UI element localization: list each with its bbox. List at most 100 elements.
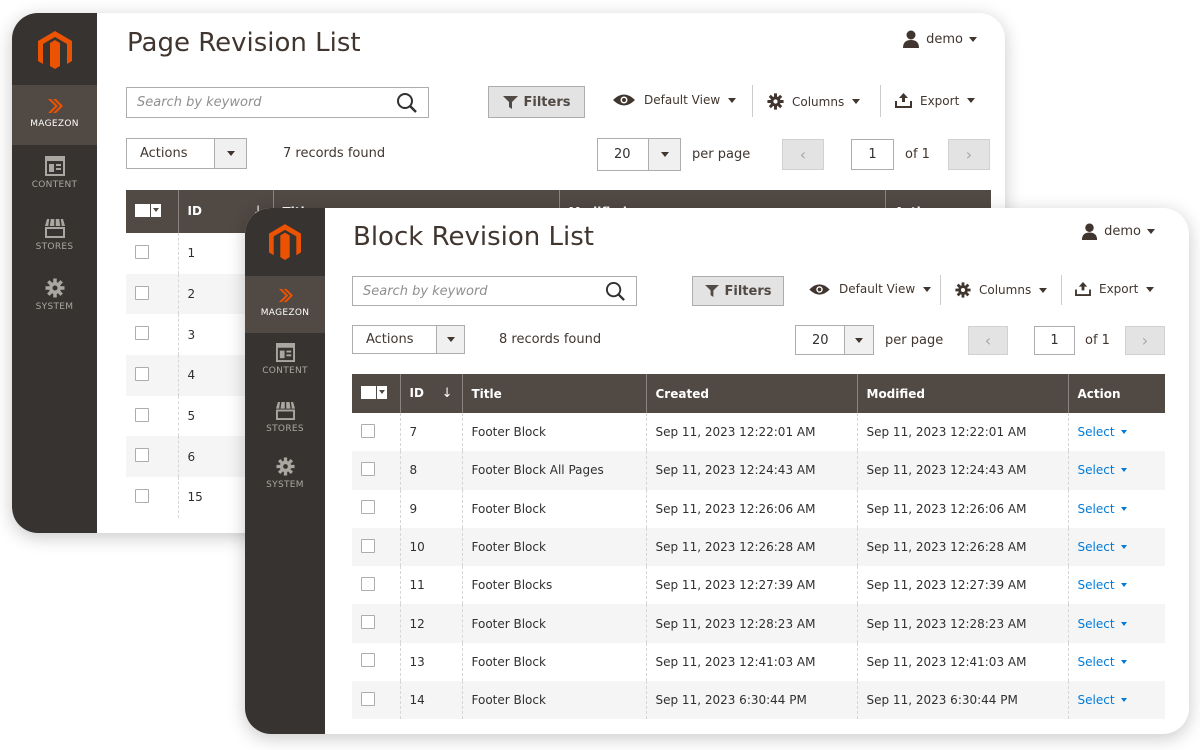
row-checkbox[interactable] [135,407,149,422]
select-action-link[interactable]: Select [1078,540,1127,554]
row-checkbox[interactable] [361,538,375,553]
magento-logo-icon[interactable] [269,224,301,262]
prev-page-button[interactable]: ‹ [968,326,1008,355]
filter-icon [704,285,719,297]
mass-select-checkbox[interactable] [361,385,387,399]
row-checkbox[interactable] [361,691,375,706]
filters-button[interactable]: Filters [692,276,784,306]
per-page-value: 20 [614,147,631,162]
per-page-select[interactable]: 20 [597,138,681,171]
table-row[interactable]: 14 Footer Block Sep 11, 2023 6:30:44 PM Sep… [352,681,1165,720]
row-checkbox[interactable] [361,615,375,630]
page-main: Block Revision List demo Filters Default… [325,208,1189,734]
row-checkbox[interactable] [135,285,149,300]
row-checkbox[interactable] [361,423,375,438]
sidebar-item-stores[interactable]: STORES [245,401,325,449]
row-checkbox[interactable] [135,448,149,463]
row-checkbox[interactable] [361,500,375,515]
gear-icon [767,93,784,110]
row-checkbox[interactable] [361,576,375,591]
chevron-down-icon [923,286,932,292]
default-view-dropdown[interactable]: Default View [612,93,737,107]
mass-select-checkbox[interactable] [135,203,161,217]
sidebar-item-label: CONTENT [31,180,78,190]
block-revision-window: MAGEZON CONTENT STORES SYSTEM Block Revi… [245,208,1189,734]
row-checkbox-cell [126,395,179,437]
table-row[interactable]: 7 Footer Block Sep 11, 2023 12:22:01 AM Sep… [352,413,1165,452]
next-page-button[interactable]: › [1125,326,1165,355]
search-box [126,87,429,118]
chevron-down-icon [1120,583,1127,588]
user-menu[interactable]: demo [1081,223,1155,240]
prev-page-button[interactable]: ‹ [782,139,824,170]
select-action-link[interactable]: Select [1078,617,1127,631]
sidebar-item-magezon[interactable]: MAGEZON [12,85,97,145]
row-checkbox[interactable] [135,366,149,381]
columns-dropdown[interactable]: Columns [767,93,861,110]
toolbar-divider [940,275,941,305]
column-header-title[interactable]: Title [462,374,647,413]
select-action-link[interactable]: Select [1078,425,1127,439]
default-view-dropdown[interactable]: Default View [808,282,932,296]
column-header-created[interactable]: Created [646,374,858,413]
sort-arrow-icon: ↓ [441,386,453,401]
sidebar-item-system[interactable]: SYSTEM [245,457,325,505]
column-header-modified[interactable]: Modified [857,374,1069,413]
row-checkbox[interactable] [135,488,149,503]
mass-select-header[interactable] [352,374,401,413]
sidebar-item-content[interactable]: CONTENT [12,156,97,206]
export-dropdown[interactable]: Export [1075,282,1155,296]
search-icon[interactable] [605,281,626,302]
search-input[interactable] [363,283,574,299]
user-menu[interactable]: demo [902,30,977,48]
export-dropdown[interactable]: Export [895,93,976,108]
row-checkbox[interactable] [135,326,149,341]
per-page-label: per page [692,147,751,162]
select-action-link[interactable]: Select [1078,578,1127,592]
cell-title: Footer Blocks [462,566,647,605]
sidebar-item-system[interactable]: SYSTEM [12,278,97,328]
chevron-down-icon [1120,430,1127,435]
actions-select[interactable]: Actions [352,325,465,354]
column-header-id[interactable]: ID↓ [400,374,463,413]
cell-action: Select [1068,451,1165,490]
select-action-link[interactable]: Select [1078,693,1127,707]
sidebar-item-content[interactable]: CONTENT [245,343,325,391]
user-name: demo [1104,224,1141,239]
table-row[interactable]: 13 Footer Block Sep 11, 2023 12:41:03 AM Se… [352,642,1165,682]
columns-dropdown[interactable]: Columns [955,282,1048,298]
per-page-select[interactable]: 20 [795,325,874,355]
page-number-input[interactable]: 1 [851,139,894,170]
select-action-link[interactable]: Select [1078,463,1127,477]
filters-button[interactable]: Filters [488,86,585,118]
eye-icon [613,94,635,106]
search-input[interactable] [137,95,362,110]
search-box [352,276,637,306]
table-row[interactable]: 10 Footer Block Sep 11, 2023 12:26:28 AM Se… [352,527,1165,567]
row-checkbox-cell [352,489,401,528]
row-checkbox[interactable] [135,244,149,259]
sidebar-item-stores[interactable]: STORES [12,218,97,268]
magento-logo-icon[interactable] [37,31,72,71]
chevron-down-icon [969,36,977,42]
search-icon[interactable] [396,92,418,114]
row-checkbox-cell [352,566,401,605]
row-checkbox[interactable] [361,461,375,476]
page-number-input[interactable]: 1 [1034,326,1075,355]
next-page-button[interactable]: › [948,139,990,170]
mass-select-header[interactable] [126,190,179,233]
gear-icon [45,278,64,298]
actions-select[interactable]: Actions [126,138,247,169]
table-row[interactable]: 11 Footer Blocks Sep 11, 2023 12:27:39 AM S… [352,566,1165,605]
table-row[interactable]: 9 Footer Block Sep 11, 2023 12:26:06 AM Sep… [352,489,1165,528]
select-action-link[interactable]: Select [1078,655,1127,669]
row-checkbox-cell [352,642,401,682]
sidebar-item-magezon[interactable]: MAGEZON [245,276,325,333]
columns-label: Columns [792,94,845,109]
table-row[interactable]: 12 Footer Block Sep 11, 2023 12:28:23 AM Se… [352,604,1165,643]
select-action-link[interactable]: Select [1078,502,1127,516]
cell-created: Sep 11, 2023 6:30:44 PM [646,681,858,720]
row-checkbox[interactable] [361,653,375,668]
table-row[interactable]: 8 Footer Block All Pages Sep 11, 2023 12:2… [352,451,1165,490]
column-header-action[interactable]: Action [1068,374,1165,413]
